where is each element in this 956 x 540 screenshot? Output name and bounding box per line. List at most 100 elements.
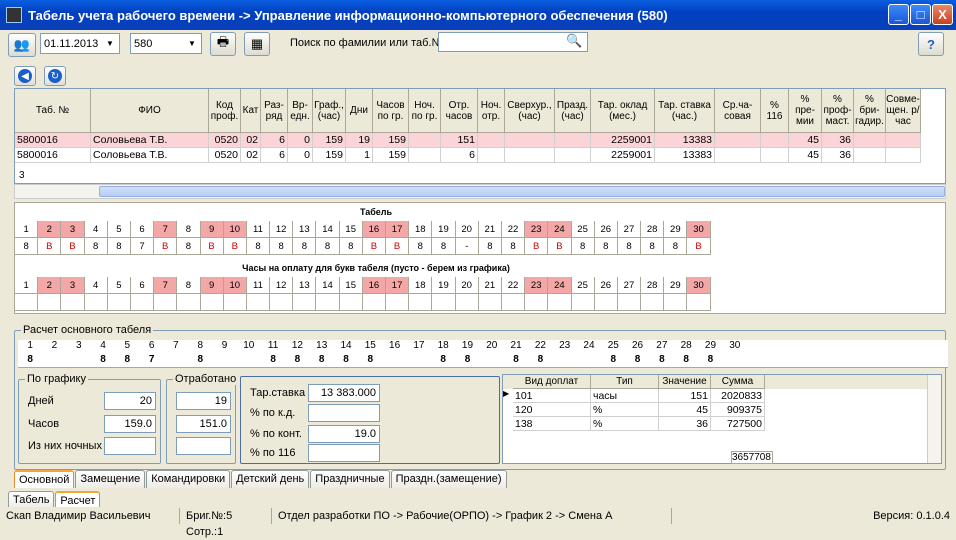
pay-value-cell[interactable] xyxy=(432,294,456,311)
pay-value-cell[interactable] xyxy=(38,294,62,311)
pay-value-cell[interactable] xyxy=(84,294,108,311)
tabel-value-cell[interactable]: В xyxy=(61,238,85,255)
tabel-value-cell[interactable]: 8 xyxy=(270,238,294,255)
scroll-thumb[interactable] xyxy=(99,186,945,197)
pay-value-cell[interactable] xyxy=(594,294,618,311)
pay-value-cell[interactable] xyxy=(525,294,549,311)
payments-header-cell[interactable]: Значение xyxy=(659,375,711,389)
cont-field[interactable]: 19.0 xyxy=(308,425,380,443)
pay-value-cell[interactable] xyxy=(664,294,688,311)
pay-value-cell[interactable] xyxy=(501,294,526,311)
rate-field[interactable]: 13 383.000 xyxy=(308,384,380,402)
calculator-button[interactable]: ▦ xyxy=(244,32,270,56)
tabel-value-cell[interactable]: 8 xyxy=(246,238,271,255)
back-button[interactable]: ◀ xyxy=(14,66,36,86)
table-row[interactable]: 5800016 Соловьева Т.В. 0520 02 6 0 159 19 159 151… xyxy=(15,133,921,148)
pay-value-cell[interactable] xyxy=(455,294,479,311)
grid-header-cell[interactable]: Празд. (час) xyxy=(555,89,591,133)
pay-value-cell[interactable] xyxy=(478,294,502,311)
tabel-value-cell[interactable]: 8 xyxy=(339,238,363,255)
subtab-1[interactable]: Замещение xyxy=(75,470,146,488)
pay-value-cell[interactable] xyxy=(641,294,665,311)
grid-header-cell[interactable]: % бри- гадир. xyxy=(854,89,886,133)
close-button[interactable]: X xyxy=(932,4,953,25)
grid-header-cell[interactable]: Вр- едн. xyxy=(288,89,313,133)
pay-value-cell[interactable] xyxy=(177,294,201,311)
tabel-value-cell[interactable]: В xyxy=(154,238,178,255)
tabel-value-cell[interactable]: 8 xyxy=(409,238,433,255)
kd-field[interactable] xyxy=(308,404,380,422)
grid-header-cell[interactable]: Граф., (час) xyxy=(313,89,346,133)
tabel-value-cell[interactable]: 7 xyxy=(130,238,155,255)
pay-value-cell[interactable] xyxy=(386,294,410,311)
schedule-days-field[interactable]: 20 xyxy=(104,392,156,410)
pay-value-cell[interactable] xyxy=(130,294,155,311)
tabel-value-cell[interactable]: В xyxy=(362,238,386,255)
tabel-value-cell[interactable]: 8 xyxy=(617,238,642,255)
worked-night-field[interactable] xyxy=(176,437,231,455)
pay-value-cell[interactable] xyxy=(107,294,131,311)
schedule-night-field[interactable] xyxy=(104,437,156,455)
grid-header-cell[interactable]: Отр. часов xyxy=(441,89,478,133)
tabel-value-cell[interactable]: 8 xyxy=(478,238,502,255)
pay-value-cell[interactable] xyxy=(61,294,85,311)
grid-header-cell[interactable]: Часов по гр. xyxy=(373,89,409,133)
tabel-value-cell[interactable]: В xyxy=(38,238,62,255)
pay-value-cell[interactable] xyxy=(687,294,711,311)
grid-header-cell[interactable]: % пре- мии xyxy=(789,89,822,133)
tabel-value-cell[interactable]: В xyxy=(687,238,711,255)
tabel-value-cell[interactable]: 8 xyxy=(316,238,340,255)
tabel-value-cell[interactable]: В xyxy=(525,238,549,255)
tabel-value-cell[interactable]: 8 xyxy=(432,238,456,255)
grid-header-cell[interactable]: Ноч. по гр. xyxy=(409,89,441,133)
tabel-value-cell[interactable]: В xyxy=(223,238,247,255)
pay-value-cell[interactable] xyxy=(293,294,317,311)
subtab-4[interactable]: Праздничные xyxy=(310,470,390,488)
tabel-value-cell[interactable]: 8 xyxy=(641,238,665,255)
minimize-button[interactable]: _ xyxy=(888,4,909,25)
payments-row[interactable]: ▶ 101 часы 151 2020833 xyxy=(503,389,941,403)
tabel-value-cell[interactable]: 8 xyxy=(571,238,595,255)
pay-value-cell[interactable] xyxy=(200,294,224,311)
grid-header-cell[interactable]: Тар. оклад (мес.) xyxy=(591,89,655,133)
tabel-value-cell[interactable]: 8 xyxy=(594,238,618,255)
tabel-value-cell[interactable]: 8 xyxy=(15,238,39,255)
horizontal-scrollbar[interactable] xyxy=(14,184,946,199)
subtab-2[interactable]: Командировки xyxy=(146,470,231,488)
grid-header-cell[interactable]: Тар. ставка (час.) xyxy=(655,89,715,133)
payments-scrollbar[interactable] xyxy=(927,375,941,463)
tabel-value-cell[interactable]: 8 xyxy=(107,238,131,255)
grid-header-cell[interactable]: % 116 xyxy=(761,89,789,133)
search-icon[interactable]: 🔍 xyxy=(566,33,582,49)
print-button[interactable]: 🖶 xyxy=(210,32,236,56)
grid-header-cell[interactable]: Ноч. отр. xyxy=(478,89,505,133)
tabel-value-cell[interactable]: В xyxy=(386,238,410,255)
subtab-5[interactable]: Праздн.(замещение) xyxy=(390,470,507,488)
grid-header-cell[interactable]: Ср.ча- совая xyxy=(715,89,761,133)
grid-header-cell[interactable]: % проф- маст. xyxy=(822,89,854,133)
dept-select[interactable]: 580 ▼ xyxy=(130,33,202,54)
grid-header-cell[interactable]: Совме- щен. р/час xyxy=(886,89,921,133)
pay-value-cell[interactable] xyxy=(409,294,433,311)
schedule-hours-field[interactable]: 159.0 xyxy=(104,415,156,433)
pay-value-cell[interactable] xyxy=(154,294,178,311)
maximize-button[interactable]: □ xyxy=(910,4,931,25)
tabel-value-cell[interactable]: 8 xyxy=(664,238,688,255)
pay-value-cell[interactable] xyxy=(548,294,572,311)
help-button[interactable]: ? xyxy=(918,32,944,56)
pay-value-cell[interactable] xyxy=(339,294,363,311)
tabel-value-cell[interactable]: В xyxy=(200,238,224,255)
tabel-value-cell[interactable]: 8 xyxy=(177,238,201,255)
payments-row[interactable]: 138% 36 727500 xyxy=(503,417,941,431)
tabel-value-cell[interactable]: 8 xyxy=(84,238,108,255)
subtab-3[interactable]: Детский день xyxy=(231,470,310,488)
pay-value-cell[interactable] xyxy=(223,294,247,311)
p116-field[interactable] xyxy=(308,444,380,462)
pay-value-cell[interactable] xyxy=(316,294,340,311)
subtab-0[interactable]: Основной xyxy=(14,470,75,488)
pay-value-cell[interactable] xyxy=(571,294,595,311)
grid-header-cell[interactable]: Сверхур., (час) xyxy=(505,89,555,133)
tabel-value-cell[interactable]: В xyxy=(548,238,572,255)
users-button[interactable]: 👥 xyxy=(8,33,36,57)
payments-row[interactable]: 120% 45 909375 xyxy=(503,403,941,417)
